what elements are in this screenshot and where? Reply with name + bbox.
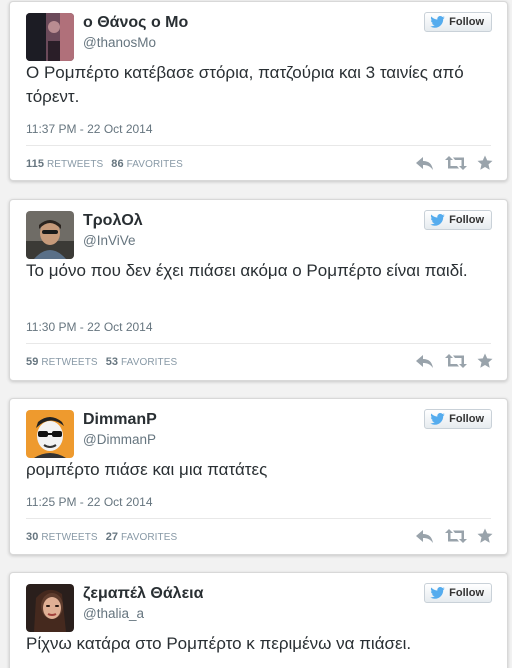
display-name[interactable]: ο Θάνος ο Μο [83,14,188,32]
divider [26,145,491,146]
avatar[interactable] [26,584,74,632]
tweet-text: Ρίχνω κατάρα στο Ρομπέρτο κ περιμένω να … [26,634,412,653]
retweets-label: RETWEETS [41,532,98,543]
tweet-card: ζεμαπέλ Θάλεια @thalia_a Follow Ρίχνω κα… [9,572,508,668]
tweet-stats: 59 RETWEETS 53 FAVORITES [26,356,177,368]
tweet-actions [405,353,493,369]
follow-label: Follow [449,16,484,28]
follow-label: Follow [449,413,484,425]
twitter-bird-icon [430,16,445,28]
display-name[interactable]: DimmanP [83,411,157,429]
favorite-star-icon[interactable] [477,353,493,369]
reply-icon[interactable] [415,353,435,369]
follow-label: Follow [449,587,484,599]
avatar[interactable] [26,211,74,259]
avatar[interactable] [26,13,74,61]
follow-button[interactable]: Follow [424,210,492,230]
retweet-icon[interactable] [445,155,467,171]
avatar[interactable] [26,410,74,458]
retweets-label: RETWEETS [41,357,98,368]
user-handle[interactable]: @InViVe [83,233,136,248]
tweet-feed: ο Θάνος ο Μο @thanosMo Follow Ο Ρομπέρτο… [0,0,512,668]
user-handle[interactable]: @DimmanP [83,432,156,447]
favorite-count[interactable]: 27 [106,531,118,543]
tweet-actions [405,528,493,544]
retweet-count[interactable]: 115 [26,158,44,170]
tweet-card: ο Θάνος ο Μο @thanosMo Follow Ο Ρομπέρτο… [9,1,508,181]
follow-button[interactable]: Follow [424,583,492,603]
twitter-bird-icon [430,413,445,425]
favorite-star-icon[interactable] [477,528,493,544]
tweet-text: ρομπέρτο πιάσε και μια πατάτες [26,460,268,479]
tweet-timestamp[interactable]: 11:30 PM - 22 Oct 2014 [26,320,153,334]
tweet-stats: 115 RETWEETS 86 FAVORITES [26,158,183,170]
tweet-card: DimmanP @DimmanP Follow ρομπέρτο πιάσε κ… [9,398,508,555]
divider [26,518,491,519]
favorites-label: FAVORITES [121,532,178,543]
retweet-count[interactable]: 59 [26,356,38,368]
follow-button[interactable]: Follow [424,12,492,32]
retweet-count[interactable]: 30 [26,531,38,543]
follow-label: Follow [449,214,484,226]
twitter-bird-icon [430,587,445,599]
divider [26,343,491,344]
follow-button[interactable]: Follow [424,409,492,429]
retweets-label: RETWEETS [46,159,104,170]
favorites-label: FAVORITES [126,159,183,170]
tweet-text: Το μόνο που δεν έχει πιάσει ακόμα ο Ρομπ… [26,261,468,280]
tweet-timestamp[interactable]: 11:37 PM - 22 Oct 2014 [26,122,153,136]
favorite-count[interactable]: 53 [106,356,118,368]
retweet-icon[interactable] [445,528,467,544]
twitter-bird-icon [430,214,445,226]
tweet-stats: 30 RETWEETS 27 FAVORITES [26,531,177,543]
favorite-count[interactable]: 86 [111,158,123,170]
favorites-label: FAVORITES [121,357,178,368]
reply-icon[interactable] [415,155,435,171]
tweet-card: ΤρολΟλ @InViVe Follow Το μόνο που δεν έχ… [9,199,508,381]
user-handle[interactable]: @thalia_a [83,606,144,621]
user-handle[interactable]: @thanosMo [83,35,156,50]
tweet-timestamp[interactable]: 11:25 PM - 22 Oct 2014 [26,495,153,509]
reply-icon[interactable] [415,528,435,544]
display-name[interactable]: ΤρολΟλ [83,212,143,230]
favorite-star-icon[interactable] [477,155,493,171]
display-name[interactable]: ζεμαπέλ Θάλεια [83,585,203,603]
tweet-text: Ο Ρομπέρτο κατέβασε στόρια, πατζούρια κα… [26,63,464,106]
tweet-actions [405,155,493,171]
retweet-icon[interactable] [445,353,467,369]
